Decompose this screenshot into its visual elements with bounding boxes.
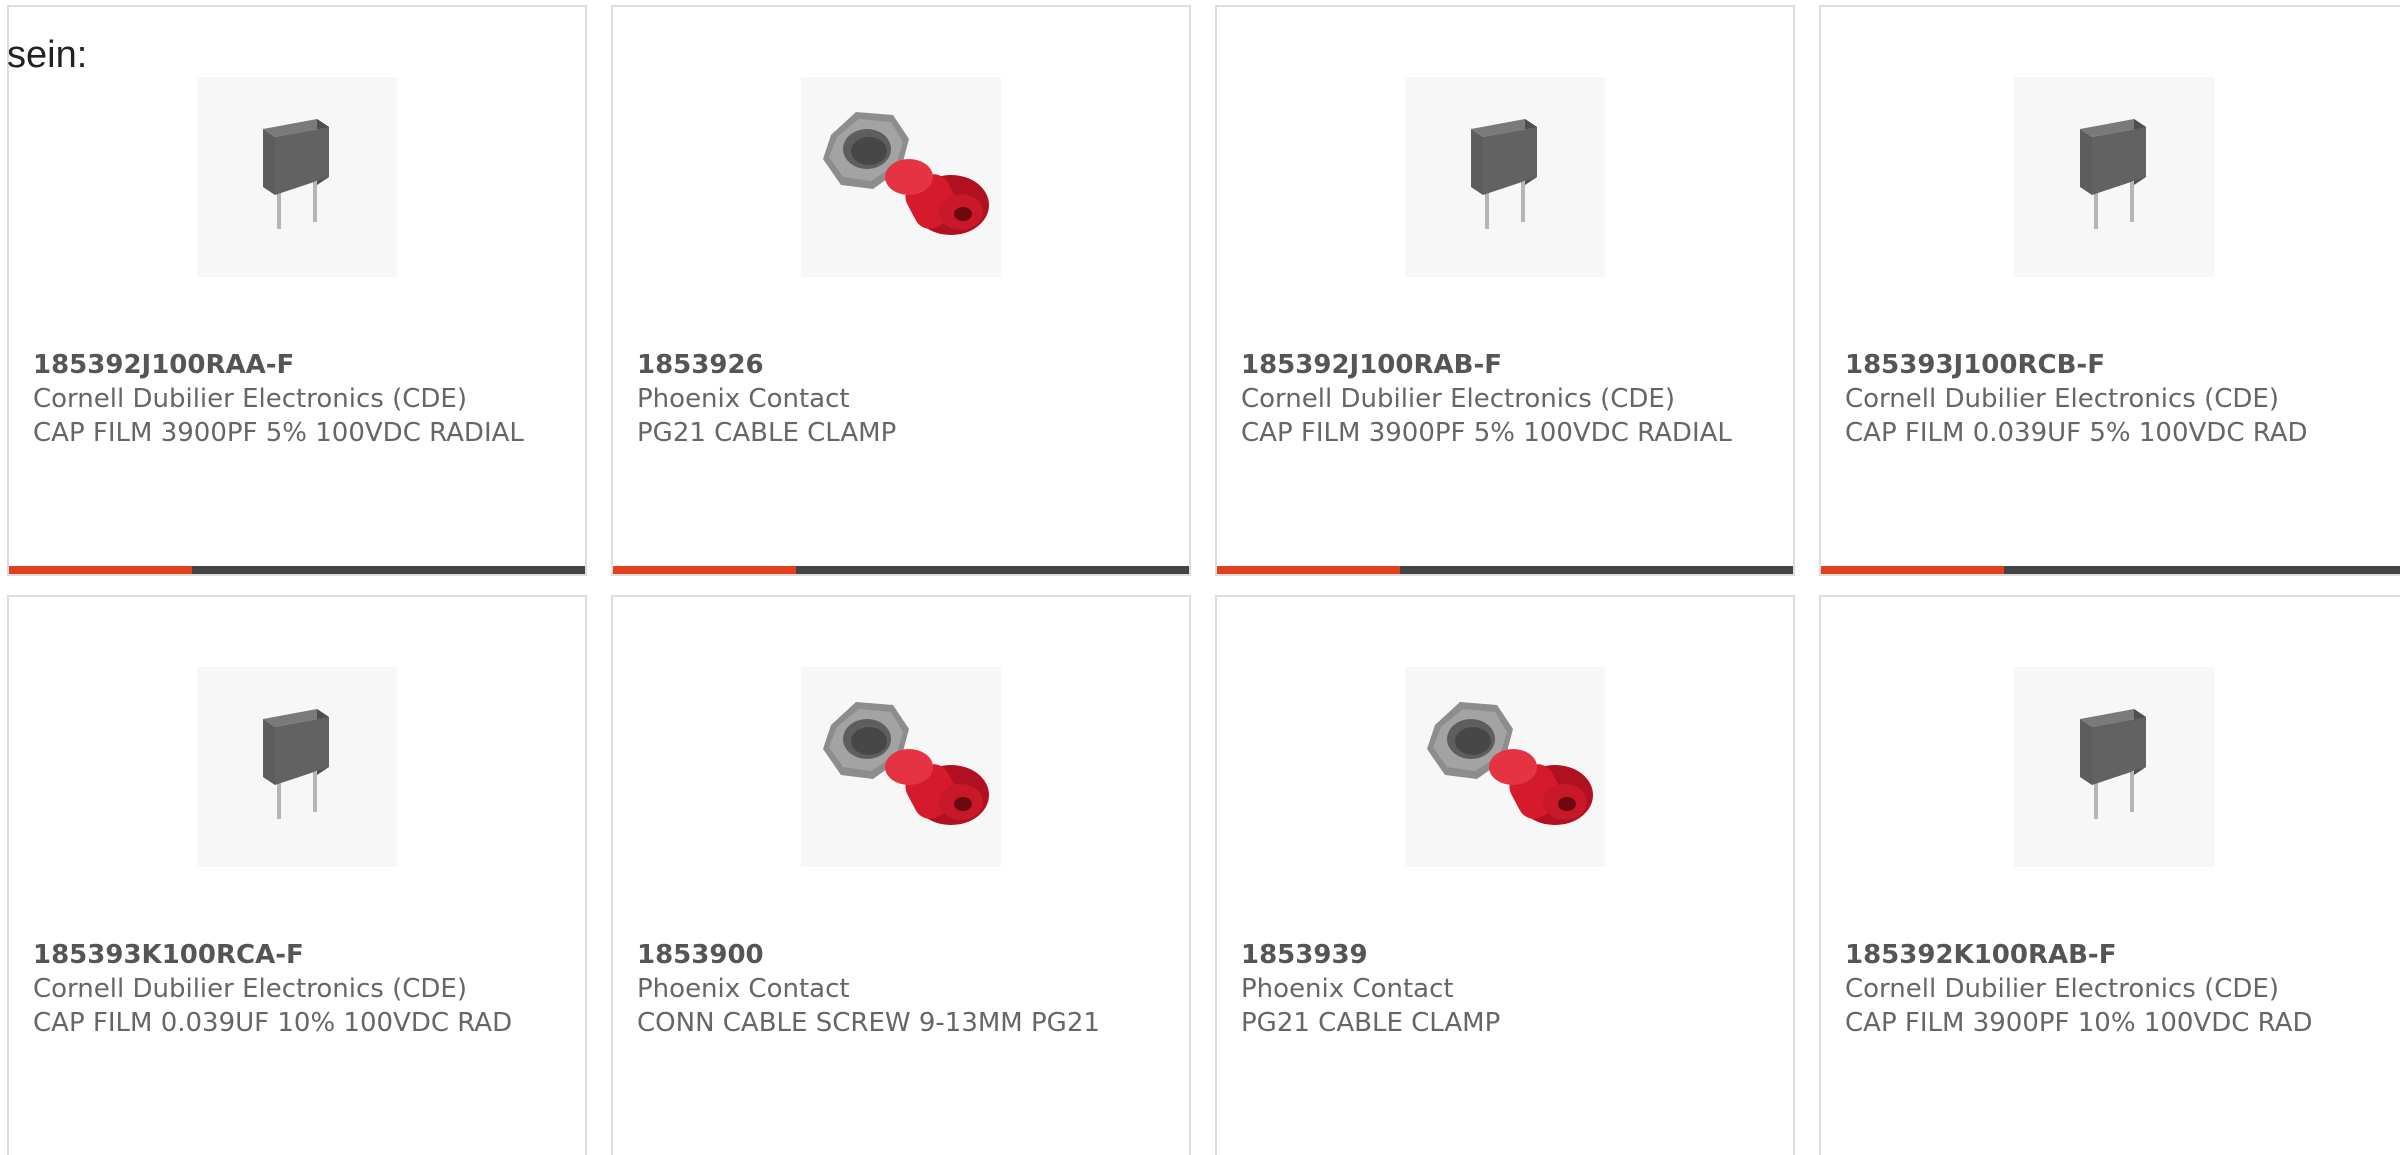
description: PG21 CABLE CLAMP: [637, 418, 897, 448]
part-number[interactable]: 185392K100RAB-F: [1845, 938, 2387, 972]
product-card[interactable]: 185393K100RCA-F Cornell Dubilier Electro…: [7, 595, 587, 1155]
card-bar: [1217, 566, 1793, 574]
product-card[interactable]: 1853900 Phoenix Contact CONN CABLE SCREW…: [611, 595, 1191, 1155]
product-card[interactable]: 185392J100RAB-F Cornell Dubilier Electro…: [1215, 5, 1795, 576]
cable-clamp-image[interactable]: [801, 667, 1001, 867]
description: CAP FILM 3900PF 5% 100VDC RADIAL: [33, 418, 524, 448]
cable-clamp-image[interactable]: [801, 77, 1001, 277]
card-bar: [1821, 566, 2400, 574]
product-card[interactable]: 1853939 Phoenix Contact PG21 CABLE CLAMP: [1215, 595, 1795, 1155]
film-capacitor-image[interactable]: [197, 77, 397, 277]
product-card[interactable]: 185393J100RCB-F Cornell Dubilier Electro…: [1819, 5, 2400, 576]
manufacturer: Phoenix Contact: [637, 384, 850, 414]
product-card[interactable]: 185392K100RAB-F Cornell Dubilier Electro…: [1819, 595, 2400, 1155]
card-bar-accent: [1217, 566, 1400, 574]
product-card[interactable]: 1853926 Phoenix Contact PG21 CABLE CLAMP: [611, 5, 1191, 576]
part-number[interactable]: 1853939: [1241, 938, 1773, 972]
manufacturer: Phoenix Contact: [637, 974, 850, 1004]
film-capacitor-image[interactable]: [197, 667, 397, 867]
card-bar: [613, 566, 1189, 574]
card-bar-accent: [613, 566, 796, 574]
card-bar-accent: [1821, 566, 2004, 574]
manufacturer: Cornell Dubilier Electronics (CDE): [1241, 384, 1675, 414]
card-bar: [9, 566, 585, 574]
part-number[interactable]: 185393K100RCA-F: [33, 938, 565, 972]
film-capacitor-image[interactable]: [1405, 77, 1605, 277]
description: CAP FILM 3900PF 5% 100VDC RADIAL: [1241, 418, 1732, 448]
part-number[interactable]: 185392J100RAA-F: [33, 348, 565, 382]
manufacturer: Cornell Dubilier Electronics (CDE): [1845, 974, 2279, 1004]
description: CONN CABLE SCREW 9-13MM PG21: [637, 1008, 1100, 1038]
description: PG21 CABLE CLAMP: [1241, 1008, 1501, 1038]
part-number[interactable]: 185393J100RCB-F: [1845, 348, 2387, 382]
part-number[interactable]: 1853926: [637, 348, 1169, 382]
manufacturer: Cornell Dubilier Electronics (CDE): [33, 974, 467, 1004]
description: CAP FILM 0.039UF 10% 100VDC RAD: [33, 1008, 513, 1038]
card-bar-accent: [9, 566, 192, 574]
manufacturer: Cornell Dubilier Electronics (CDE): [33, 384, 467, 414]
part-number[interactable]: 1853900: [637, 938, 1169, 972]
description: CAP FILM 0.039UF 5% 100VDC RAD: [1845, 418, 2308, 448]
cable-clamp-image[interactable]: [1405, 667, 1605, 867]
film-capacitor-image[interactable]: [2014, 77, 2214, 277]
part-number[interactable]: 185392J100RAB-F: [1241, 348, 1773, 382]
film-capacitor-image[interactable]: [2014, 667, 2214, 867]
intro-text: sein:: [7, 34, 88, 76]
manufacturer: Phoenix Contact: [1241, 974, 1454, 1004]
manufacturer: Cornell Dubilier Electronics (CDE): [1845, 384, 2279, 414]
description: CAP FILM 3900PF 10% 100VDC RAD: [1845, 1008, 2313, 1038]
product-card[interactable]: 185392J100RAA-F Cornell Dubilier Electro…: [7, 5, 587, 576]
product-grid-page: sein: 185392J100RAA-F Cornell Dubilier E…: [0, 0, 2400, 1155]
